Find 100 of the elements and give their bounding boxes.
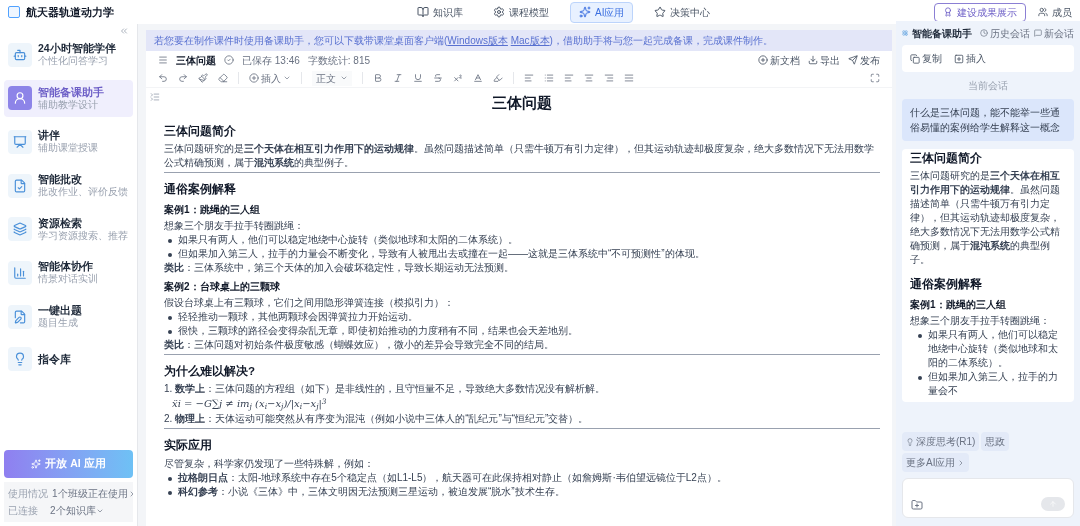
- nav-tab[interactable]: 课程模型: [484, 1, 558, 23]
- item-subtitle: 辅助教学设计: [38, 98, 99, 112]
- paragraph: 假设台球桌上有三颗球，它们之间用隐形弹簧连接（模拟引力）：: [164, 296, 455, 310]
- item-title: 智能体协作: [38, 260, 94, 273]
- sidebar-item[interactable]: 讲伴 辅助课堂授课: [4, 123, 133, 161]
- item-subtitle: 个性化问答学习: [38, 55, 109, 68]
- users-icon: [1038, 7, 1048, 17]
- mac-link[interactable]: Mac版本: [510, 35, 550, 46]
- text-color-icon[interactable]: [473, 73, 483, 83]
- insert-dropdown[interactable]: 插入: [249, 70, 291, 86]
- item-subtitle: 辅助课堂授课: [38, 142, 98, 155]
- bullet-item: 如果只有两人，他们可以稳定地绕中心旋转（类似地球和太阳的二体系统）。: [928, 328, 1059, 370]
- folder-icon[interactable]: [911, 499, 923, 511]
- option-chip[interactable]: 更多AI应用: [902, 453, 970, 472]
- session-label: 当前会话: [967, 79, 1009, 93]
- underline-icon[interactable]: [413, 73, 423, 83]
- document-pen-icon: [13, 309, 27, 324]
- collapse-icon[interactable]: [119, 26, 129, 36]
- document-name: 三体问题: [176, 53, 216, 68]
- sidebar-item[interactable]: 指令库: [4, 341, 133, 378]
- align-left-icon[interactable]: [524, 73, 534, 83]
- align-left-icon[interactable]: [564, 73, 574, 83]
- paragraph: 三体问题研究的是三个天体在相互引力作用下的运动规律。虽然问题描述简单（只需牛顿万有引力定律），但其运动轨迹却极度复杂，绝大多数情况下无法用数学公式精确预测，属于混沌系统的典型例子。: [910, 169, 1061, 267]
- superscript-icon[interactable]: [453, 73, 463, 83]
- format-painter-icon[interactable]: [198, 73, 208, 83]
- bold-icon[interactable]: [373, 73, 383, 83]
- logo-icon: [8, 6, 20, 18]
- item-subtitle: 学习资源搜索、推荐: [38, 229, 128, 243]
- plus-circle-icon: [249, 73, 259, 83]
- usage-label: 使用情况: [8, 487, 48, 501]
- save-status: 已保存 13:46: [242, 53, 300, 68]
- item-subtitle: 情景对话实训: [38, 273, 98, 286]
- teacher-icon: [13, 91, 27, 106]
- option-chip[interactable]: 思政: [981, 432, 1010, 451]
- new-chat-button[interactable]: 新会话: [1034, 25, 1074, 41]
- message-input[interactable]: [902, 478, 1074, 518]
- align-center-icon[interactable]: [584, 73, 594, 83]
- insert-button[interactable]: 插入: [954, 51, 986, 66]
- italic-icon[interactable]: [393, 73, 403, 83]
- windows-link[interactable]: Windows版本: [447, 35, 508, 46]
- knowledge-base-dropdown[interactable]: 2个知识库: [50, 503, 104, 518]
- fullscreen-icon[interactable]: [870, 73, 880, 83]
- strikethrough-icon[interactable]: [433, 73, 443, 83]
- send-icon: [848, 55, 858, 65]
- list-icon[interactable]: [544, 73, 554, 83]
- sidebar-item[interactable]: 智能体协作 情景对话实训: [4, 254, 133, 292]
- document-action[interactable]: 发布: [848, 52, 880, 68]
- user-message: 什么是三体问题，能不能举一些通俗易懂的案例给学生解释这一概念: [902, 99, 1074, 141]
- style-dropdown[interactable]: 正文: [312, 70, 352, 86]
- align-right-icon[interactable]: [604, 73, 614, 83]
- eraser-icon[interactable]: [218, 73, 228, 83]
- sidebar-item[interactable]: 资源检索 学习资源搜索、推荐: [4, 210, 133, 249]
- section-heading: 实际应用: [164, 437, 213, 454]
- bot-icon: [13, 47, 27, 62]
- sidebar-item[interactable]: 一键出题 题目生成: [4, 297, 133, 336]
- redo-icon[interactable]: [178, 73, 188, 83]
- item-subtitle: 题目生成: [38, 316, 79, 330]
- assistant-title: 智能备课助手: [912, 26, 972, 41]
- undo-icon[interactable]: [158, 73, 168, 83]
- document-action[interactable]: 导出: [808, 52, 840, 68]
- chart-icon: [13, 265, 27, 280]
- section-heading: 三体问题简介: [910, 150, 983, 167]
- clock-icon: [980, 29, 988, 37]
- paragraph: 1. 数学上：三体问题的方程组（如下）是非线性的，且守恒量不足，导致绝大多数情况没有解析解。: [164, 382, 607, 397]
- lightbulb-icon: [13, 352, 27, 367]
- align-justify-icon[interactable]: [624, 73, 634, 83]
- chevron-down-icon: [340, 74, 348, 82]
- paragraph: 三体问题研究的是三个天体在相互引力作用下的运动规律。虽然问题描述简单（只需牛顿万有引力定律），但其运动轨迹却极度复杂，绝大多数情况下无法用数学公式精确预测，属于混沌系统的典型例子。: [164, 141, 875, 170]
- sidebar-item[interactable]: 智能备课助手 辅助教学设计: [4, 79, 133, 118]
- highlighter-icon[interactable]: [493, 73, 503, 83]
- paragraph: 2. 物理上：天体运动可能突然从有序变为混沌（例如小说中三体人的“乱纪元”与“恒纪元”交替）。: [164, 412, 590, 427]
- banner-text: 若您要在制作课件时使用备课助手，您可以下载带课堂桌面客户端(Windows版本 Mac版本)，借助助手将与您一起完成备课，完成课件制作。: [154, 35, 773, 46]
- copy-button[interactable]: 复制: [910, 51, 942, 66]
- star-icon: [654, 6, 667, 18]
- award-icon: [943, 7, 953, 17]
- chevron-down-icon: [283, 74, 291, 82]
- outline-icon[interactable]: [150, 92, 160, 102]
- paragraph: 想象三个朋友手拉手转圈跳绳：: [164, 219, 305, 233]
- bullet-item: 很快，三颗球的路径会变得杂乱无章，即使初始推动的力度稍有不同，结果也会天差地别。: [178, 324, 578, 338]
- sidebar-item[interactable]: 24小时智能学伴 个性化问答学习: [4, 36, 133, 74]
- menu-icon[interactable]: [158, 55, 168, 65]
- bullet-item: 轻轻推动一颗球，其他两颗球会因弹簧拉力开始运动。: [178, 310, 418, 324]
- section-heading: 三体问题简介: [164, 123, 237, 139]
- document-action[interactable]: 新文档: [758, 52, 800, 68]
- paragraph: 类比：三体系统中，第三个天体的加入会破坏稳定性，导致长期运动无法预测。: [164, 261, 515, 275]
- nav-tab[interactable]: AI应用: [570, 1, 634, 23]
- paragraph: 尽管复杂，科学家仍发现了一些特殊解，例如：: [164, 456, 375, 471]
- option-chip[interactable]: 深度思考(R1): [902, 432, 980, 451]
- history-button[interactable]: 历史会话: [980, 25, 1030, 41]
- member-button[interactable]: 成员: [1038, 4, 1072, 20]
- sidebar-item[interactable]: 智能批改 批改作业、评价反馈: [4, 166, 133, 205]
- chat-icon: [1034, 29, 1042, 37]
- check-circle-icon: [224, 55, 234, 65]
- equation: ẍi = −G∑j ≠ im$_{j}$ (x$_{i}$−x$_{j}$)/|x$_{i}$−x$_{j}$|$^{3}$: [171, 396, 328, 413]
- book-icon: [417, 6, 429, 18]
- nav-tab[interactable]: 决策中心: [645, 1, 720, 23]
- app-title: 航天器轨道动力学: [26, 4, 114, 20]
- usage-link[interactable]: 1个班级正在使用: [52, 486, 136, 501]
- nav-tab[interactable]: 知识库: [408, 1, 472, 23]
- item-subtitle: 批改作业、评价反馈: [38, 186, 128, 199]
